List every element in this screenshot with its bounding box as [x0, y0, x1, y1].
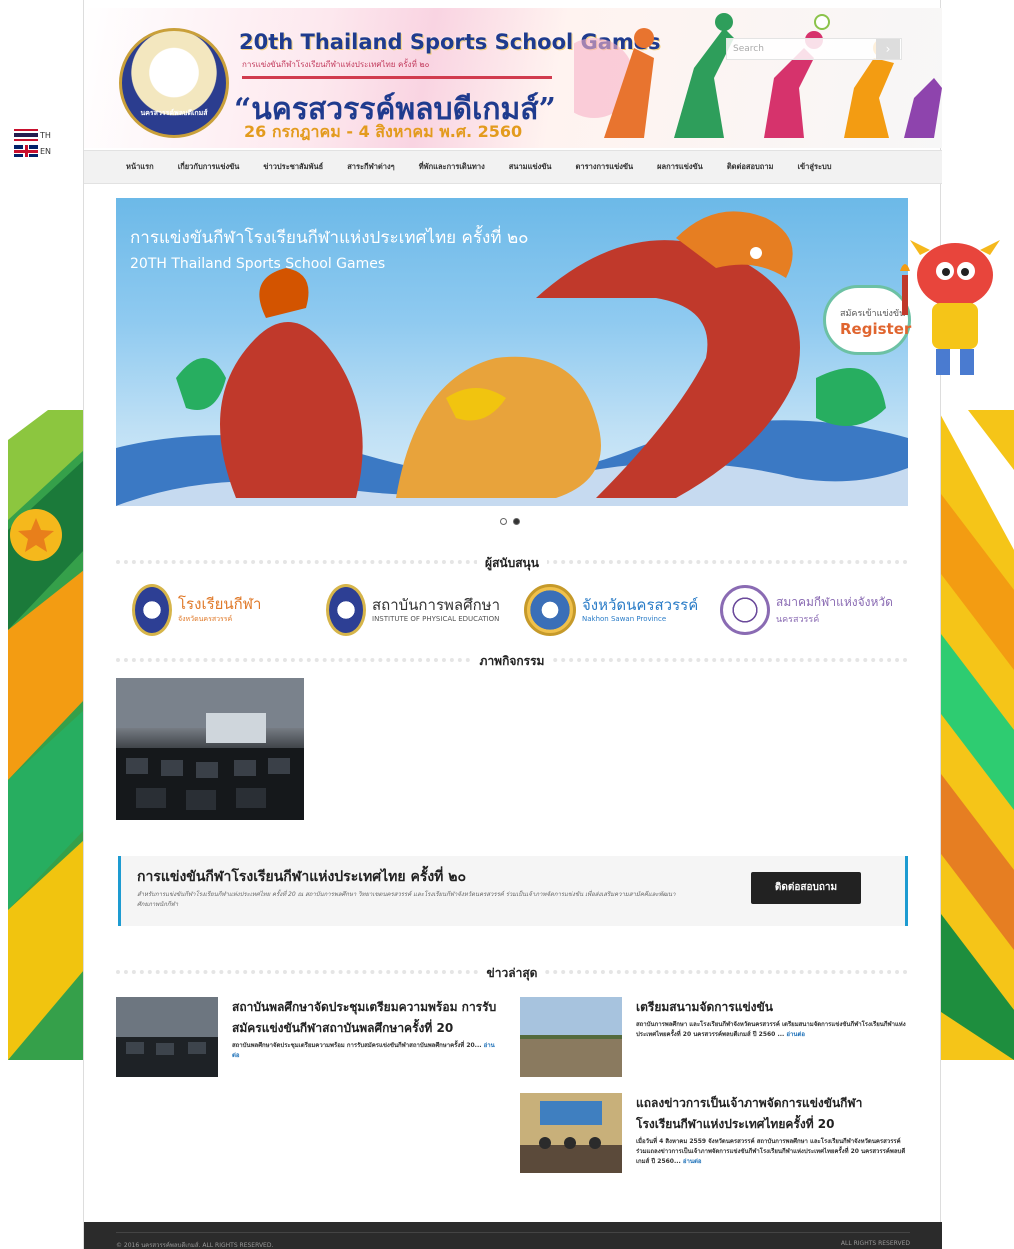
- games-logo[interactable]: [119, 28, 229, 138]
- thai-flag-icon: [14, 129, 38, 141]
- ipe-seal-icon: [326, 584, 366, 636]
- slider-dot[interactable]: [500, 518, 507, 525]
- language-selector: TH EN: [14, 128, 51, 160]
- nav-results[interactable]: ผลการแข่งขัน: [657, 161, 703, 173]
- footer-divider: [116, 1232, 910, 1233]
- page-container: นครสวรรค์พลบดีเกมส์ 20th Thailand Sports…: [83, 0, 942, 1249]
- news-excerpt: เมื่อวันที่ 4 สิงหาคม 2559 จังหวัดนครสวร…: [636, 1138, 906, 1165]
- header-dates: 26 กรกฎาคม - 4 สิงหาคม พ.ศ. 2560: [244, 122, 523, 141]
- language-th[interactable]: TH: [14, 128, 51, 142]
- sponsor-subname: INSTITUTE OF PHYSICAL EDUCATION: [372, 615, 500, 623]
- contact-button[interactable]: ติดต่อสอบถาม: [751, 872, 861, 904]
- nav-news[interactable]: ข่าวประชาสัมพันธ์: [263, 161, 323, 173]
- athletes-illustration: [574, 13, 942, 138]
- nav-sports[interactable]: สาระกีฬาต่างๆ: [347, 161, 395, 173]
- sponsor-name: สมาคมกีฬาแห่งจังหวัด: [776, 595, 893, 609]
- sponsor-sports-school[interactable]: โรงเรียนกีฬา จังหวัดนครสวรรค์: [132, 580, 261, 640]
- header-subtitle: การแข่งขันกีฬาโรงเรียนกีฬาแห่งประเทศไทย …: [242, 60, 430, 69]
- sponsor-subname: นครสวรรค์: [776, 615, 820, 625]
- news-thumbnail: [116, 997, 218, 1077]
- sponsor-name: จังหวัดนครสวรรค์: [582, 596, 699, 614]
- news-title[interactable]: เตรียมสนามจัดการแข่งขัน: [636, 997, 906, 1018]
- slider-dots: [500, 518, 520, 525]
- news-thumbnail: [520, 997, 622, 1077]
- sponsor-ipe[interactable]: สถาบันการพลศึกษา INSTITUTE OF PHYSICAL E…: [326, 580, 500, 640]
- activity-photo[interactable]: [116, 678, 304, 820]
- nav-venues[interactable]: สนามแข่งขัน: [509, 161, 552, 173]
- language-th-label: TH: [40, 130, 51, 140]
- news-item[interactable]: แถลงข่าวการเป็นเจ้าภาพจัดการแข่งขันกีฬาโ…: [520, 1093, 906, 1173]
- nav-login[interactable]: เข้าสู่ระบบ: [797, 161, 831, 173]
- right-side-decoration: [938, 410, 1014, 1060]
- news-title[interactable]: แถลงข่าวการเป็นเจ้าภาพจัดการแข่งขันกีฬาโ…: [636, 1093, 906, 1135]
- footer-rights: ALL RIGHTS RESERVED: [840, 1240, 910, 1247]
- sponsor-province[interactable]: จังหวัดนครสวรรค์ Nakhon Sawan Province: [524, 580, 698, 640]
- uk-flag-icon: [14, 145, 38, 157]
- news-title[interactable]: สถาบันพลศึกษาจัดประชุมเตรียมความพร้อม กา…: [232, 997, 502, 1039]
- register-label-th: สมัครเข้าแข่งขัน: [840, 309, 906, 319]
- province-seal-icon: [524, 584, 576, 636]
- news-item[interactable]: สถาบันพลศึกษาจัดประชุมเตรียมความพร้อม กา…: [116, 997, 502, 1077]
- sponsors-heading-text: ผู้สนับสนุน: [477, 554, 547, 573]
- activities-heading-text: ภาพกิจกรรม: [471, 652, 553, 671]
- hero-slider[interactable]: การแข่งขันกีฬาโรงเรียนกีฬาแห่งประเทศไทย …: [116, 198, 908, 506]
- slide-title-th: การแข่งขันกีฬาโรงเรียนกีฬาแห่งประเทศไทย …: [130, 228, 529, 248]
- news-excerpt: สถาบันพลศึกษาจัดประชุมเตรียมความพร้อม กา…: [232, 1042, 495, 1059]
- main-navigation: หน้าแรก เกี่ยวกับการแข่งขัน ข่าวประชาสัม…: [84, 150, 942, 184]
- search-button[interactable]: ›: [876, 39, 900, 59]
- left-side-decoration: [8, 410, 84, 1060]
- footer: © 2016 นครสวรรค์พลบดีเกมส์. ALL RIGHTS R…: [84, 1222, 942, 1249]
- footer-copyright: © 2016 นครสวรรค์พลบดีเกมส์. ALL RIGHTS R…: [116, 1242, 274, 1249]
- news-item[interactable]: เตรียมสนามจัดการแข่งขัน สถาบันการพลศึกษา…: [520, 997, 906, 1077]
- sponsor-subname: จังหวัดนครสวรรค์: [178, 614, 233, 623]
- news-heading-text: ข่าวล่าสุด: [478, 964, 546, 983]
- sponsor-subname: Nakhon Sawan Province: [582, 615, 667, 623]
- nav-accommodation[interactable]: ที่พักและการเดินทาง: [419, 161, 485, 173]
- language-en[interactable]: EN: [14, 144, 51, 158]
- callout-description: สำหรับการแข่งขันกีฬาโรงเรียนกีฬาแห่งประเ…: [137, 891, 676, 908]
- read-more-link[interactable]: อ่านต่อ: [683, 1158, 702, 1165]
- sponsor-name: สถาบันการพลศึกษา: [372, 596, 500, 614]
- read-more-link[interactable]: อ่านต่อ: [786, 1031, 805, 1038]
- slide-title-en: 20TH Thailand Sports School Games: [130, 256, 386, 272]
- nav-home[interactable]: หน้าแรก: [126, 161, 154, 173]
- nav-about[interactable]: เกี่ยวกับการแข่งขัน: [178, 161, 240, 173]
- activities-heading: ภาพกิจกรรม: [116, 650, 908, 671]
- register-button[interactable]: สมัครเข้าแข่งขัน Register: [823, 285, 911, 355]
- slider-dot-active[interactable]: [513, 518, 520, 525]
- news-excerpt: สถาบันการพลศึกษา และโรงเรียนกีฬาจังหวัดน…: [636, 1021, 906, 1038]
- header-divider: [242, 76, 552, 79]
- mascot-image: [900, 240, 1000, 375]
- callout-title: การแข่งขันกีฬาโรงเรียนกีฬาแห่งประเทศไทย …: [137, 869, 467, 885]
- news-heading: ข่าวล่าสุด: [116, 962, 908, 983]
- event-callout: การแข่งขันกีฬาโรงเรียนกีฬาแห่งประเทศไทย …: [118, 856, 908, 926]
- sports-school-seal-icon: [132, 584, 172, 636]
- nav-schedule[interactable]: ตารางการแข่งขัน: [576, 161, 634, 173]
- header-banner: นครสวรรค์พลบดีเกมส์ 20th Thailand Sports…: [84, 8, 942, 148]
- sponsors-heading: ผู้สนับสนุน: [116, 552, 908, 573]
- sponsor-name: โรงเรียนกีฬา: [178, 594, 262, 613]
- nav-contact[interactable]: ติดต่อสอบถาม: [727, 161, 774, 173]
- logo-text: นครสวรรค์พลบดีเกมส์: [140, 109, 208, 117]
- news-thumbnail: [520, 1093, 622, 1173]
- association-seal-icon: [720, 585, 770, 635]
- language-en-label: EN: [40, 146, 52, 156]
- sponsor-sports-association[interactable]: สมาคมกีฬาแห่งจังหวัด นครสวรรค์: [720, 580, 893, 640]
